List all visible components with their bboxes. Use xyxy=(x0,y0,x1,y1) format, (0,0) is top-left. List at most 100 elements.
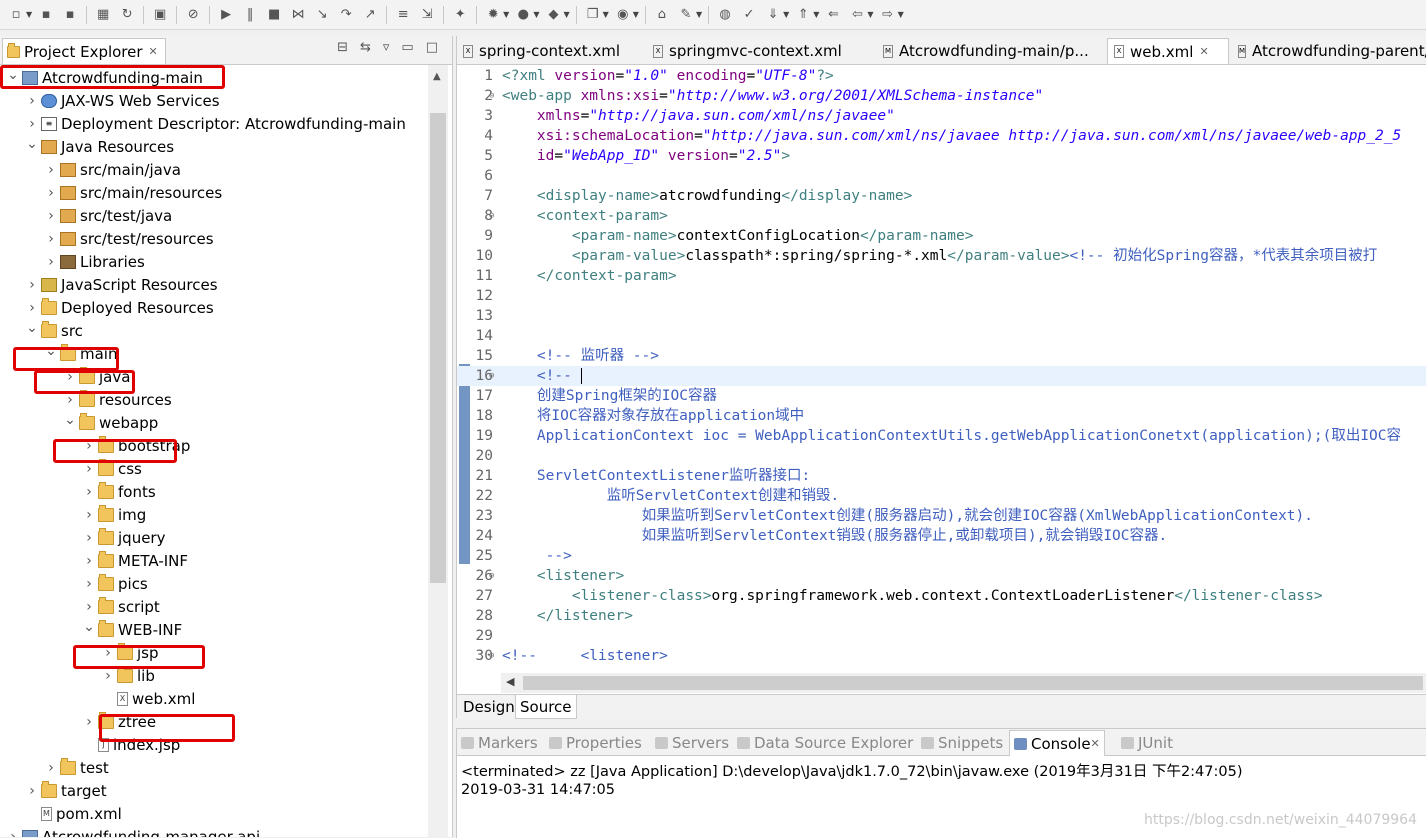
chevron-right-icon[interactable]: › xyxy=(44,254,58,270)
tree-item[interactable]: Mpom.xml xyxy=(25,802,122,825)
tree-scrollbar-thumb[interactable] xyxy=(430,113,446,583)
skip-breakpoints-icon[interactable]: ⊘ xyxy=(184,7,202,23)
globe-icon[interactable]: ◍ xyxy=(716,7,734,23)
close-icon[interactable]: ✕ xyxy=(149,45,158,58)
tree-item[interactable]: ⌄ main xyxy=(44,342,117,365)
chevron-right-icon[interactable]: › xyxy=(82,530,96,546)
code-line[interactable]: 25 --> xyxy=(457,546,1426,566)
server-icon[interactable]: ✦ xyxy=(451,7,469,23)
editor-tab[interactable]: M Atcrowdfunding-parent/... xyxy=(1232,38,1426,64)
chevron-right-icon[interactable]: › xyxy=(82,484,96,500)
dropdown-arrow-icon[interactable]: ▼ xyxy=(533,10,539,19)
tree-item[interactable]: ⌄ Atcrowdfunding-main xyxy=(6,66,203,89)
code-line[interactable]: 7 <display-name>atcrowdfunding</display-… xyxy=(457,186,1426,206)
code-line[interactable]: 11 </context-param> xyxy=(457,266,1426,286)
scroll-left-icon[interactable]: ◀ xyxy=(506,675,514,688)
fold-icon[interactable]: ⊖ xyxy=(489,366,494,386)
chevron-right-icon[interactable]: › xyxy=(44,231,58,247)
chevron-right-icon[interactable]: › xyxy=(82,438,96,454)
chevron-down-icon[interactable]: ⌄ xyxy=(25,136,39,152)
chevron-right-icon[interactable]: › xyxy=(25,783,39,799)
dropdown-arrow-icon[interactable]: ▼ xyxy=(696,10,702,19)
link-with-editor-icon[interactable]: ⇆ xyxy=(360,40,371,55)
code-line[interactable]: 18 将IOC容器对象存放在application域中 xyxy=(457,406,1426,426)
chevron-down-icon[interactable]: ⌄ xyxy=(6,67,20,83)
fold-icon[interactable]: ⊖ xyxy=(489,646,494,666)
bottom-tab[interactable]: Data Source Explorer xyxy=(737,730,913,755)
code-line[interactable]: 5 id="WebApp_ID" version="2.5"> xyxy=(457,146,1426,166)
build-icon[interactable]: ▦ xyxy=(94,7,112,23)
tree-item[interactable]: › Deployed Resources xyxy=(25,296,214,319)
step-over-icon[interactable]: ↷ xyxy=(337,7,355,23)
run-icon[interactable]: ● xyxy=(514,7,532,23)
scroll-up-icon[interactable]: ▲ xyxy=(433,71,441,82)
tree-item[interactable]: › jsp xyxy=(101,641,159,664)
chevron-right-icon[interactable]: › xyxy=(63,392,77,408)
code-line[interactable]: 12 xyxy=(457,286,1426,306)
project-explorer-tab[interactable]: Project Explorer ✕ xyxy=(2,38,166,64)
chevron-right-icon[interactable]: › xyxy=(63,369,77,385)
chevron-right-icon[interactable]: › xyxy=(25,300,39,316)
tree-item[interactable]: › Libraries xyxy=(44,250,145,273)
tree-item[interactable]: › css xyxy=(82,457,142,480)
tree-item[interactable]: › jquery xyxy=(82,526,165,549)
terminal-icon[interactable]: ▣ xyxy=(151,7,169,23)
code-line[interactable]: 24 如果监听到ServletContext销毁(服务器停止,或卸载项目),就会… xyxy=(457,526,1426,546)
code-line[interactable]: 15 <!-- 监听器 --> xyxy=(457,346,1426,366)
forward-icon[interactable]: ⇨ xyxy=(879,7,897,23)
fold-icon[interactable]: ⊖ xyxy=(489,566,494,586)
tree-item[interactable]: › img xyxy=(82,503,146,526)
fold-icon[interactable]: ⊖ xyxy=(489,86,494,106)
chevron-right-icon[interactable]: › xyxy=(82,553,96,569)
editor-hscroll-thumb[interactable] xyxy=(523,676,1423,690)
chevron-right-icon[interactable]: › xyxy=(82,599,96,615)
maximize-icon[interactable]: □ xyxy=(426,40,438,55)
step-return-icon[interactable]: ↗ xyxy=(361,7,379,23)
bottom-tab[interactable]: Console ✕ xyxy=(1009,730,1105,756)
code-line[interactable]: 30 ⊖ <!-- <listener> xyxy=(457,646,1426,666)
code-line[interactable]: 8 ⊖ <context-param> xyxy=(457,206,1426,226)
next-annotation-icon[interactable]: ⇓ xyxy=(764,7,782,23)
dropdown-arrow-icon[interactable]: ▼ xyxy=(813,10,819,19)
tree-item[interactable]: › pics xyxy=(82,572,148,595)
tree-item[interactable]: ⌄ src xyxy=(25,319,83,342)
bottom-tab[interactable]: Markers xyxy=(461,730,538,755)
annotation-icon[interactable]: ✓ xyxy=(740,7,758,23)
editor-tab[interactable]: Xspringmvc-context.xml xyxy=(647,38,875,64)
tree-item[interactable]: ⌄ WEB-INF xyxy=(82,618,182,641)
code-line[interactable]: 21 ServletContextListener监听器接口: xyxy=(457,466,1426,486)
prev-annotation-icon[interactable]: ⇑ xyxy=(794,7,812,23)
code-line[interactable]: 9 <param-name>contextConfigLocation</par… xyxy=(457,226,1426,246)
open-task-icon[interactable]: ✎ xyxy=(677,7,695,23)
code-line[interactable]: 1 <?xml version="1.0" encoding="UTF-8"?> xyxy=(457,66,1426,86)
new-icon[interactable]: ▫ xyxy=(7,7,25,23)
editor-tab[interactable]: Xweb.xml ✕ xyxy=(1107,38,1229,64)
code-line[interactable]: 29 xyxy=(457,626,1426,646)
chevron-down-icon[interactable]: ⌄ xyxy=(44,343,58,359)
code-line[interactable]: 20 xyxy=(457,446,1426,466)
tree-item[interactable]: › test xyxy=(44,756,109,779)
tree-item[interactable]: › ztree xyxy=(82,710,156,733)
tree-item[interactable]: ⌄ webapp xyxy=(63,411,158,434)
chevron-right-icon[interactable]: › xyxy=(25,116,39,132)
chevron-right-icon[interactable]: › xyxy=(44,162,58,178)
new-wizard-icon[interactable]: ❐ xyxy=(584,7,602,23)
chevron-right-icon[interactable]: › xyxy=(101,668,115,684)
tree-item[interactable]: Jindex.jsp xyxy=(82,733,180,756)
chevron-down-icon[interactable]: ⌄ xyxy=(25,320,39,336)
code-line[interactable]: 22 监听ServletContext创建和销毁. xyxy=(457,486,1426,506)
tree-item[interactable]: › lib xyxy=(101,664,155,687)
tree-item[interactable]: › src/main/resources xyxy=(44,181,222,204)
chevron-right-icon[interactable]: › xyxy=(82,576,96,592)
bottom-tab[interactable]: Servers xyxy=(655,730,729,755)
editor-horizontal-scrollbar[interactable]: ◀ xyxy=(501,673,1426,693)
chevron-right-icon[interactable]: › xyxy=(82,714,96,730)
chevron-right-icon[interactable]: › xyxy=(101,645,115,661)
editor-mode-tab[interactable]: Source xyxy=(515,695,577,719)
chevron-right-icon[interactable]: › xyxy=(82,461,96,477)
dropdown-arrow-icon[interactable]: ▼ xyxy=(563,10,569,19)
external-tools-icon[interactable]: ◆ xyxy=(544,7,562,23)
editor-mode-tab[interactable]: Design xyxy=(459,695,519,718)
close-icon[interactable]: ✕ xyxy=(1091,737,1100,750)
back-icon[interactable]: ⇦ xyxy=(848,7,866,23)
